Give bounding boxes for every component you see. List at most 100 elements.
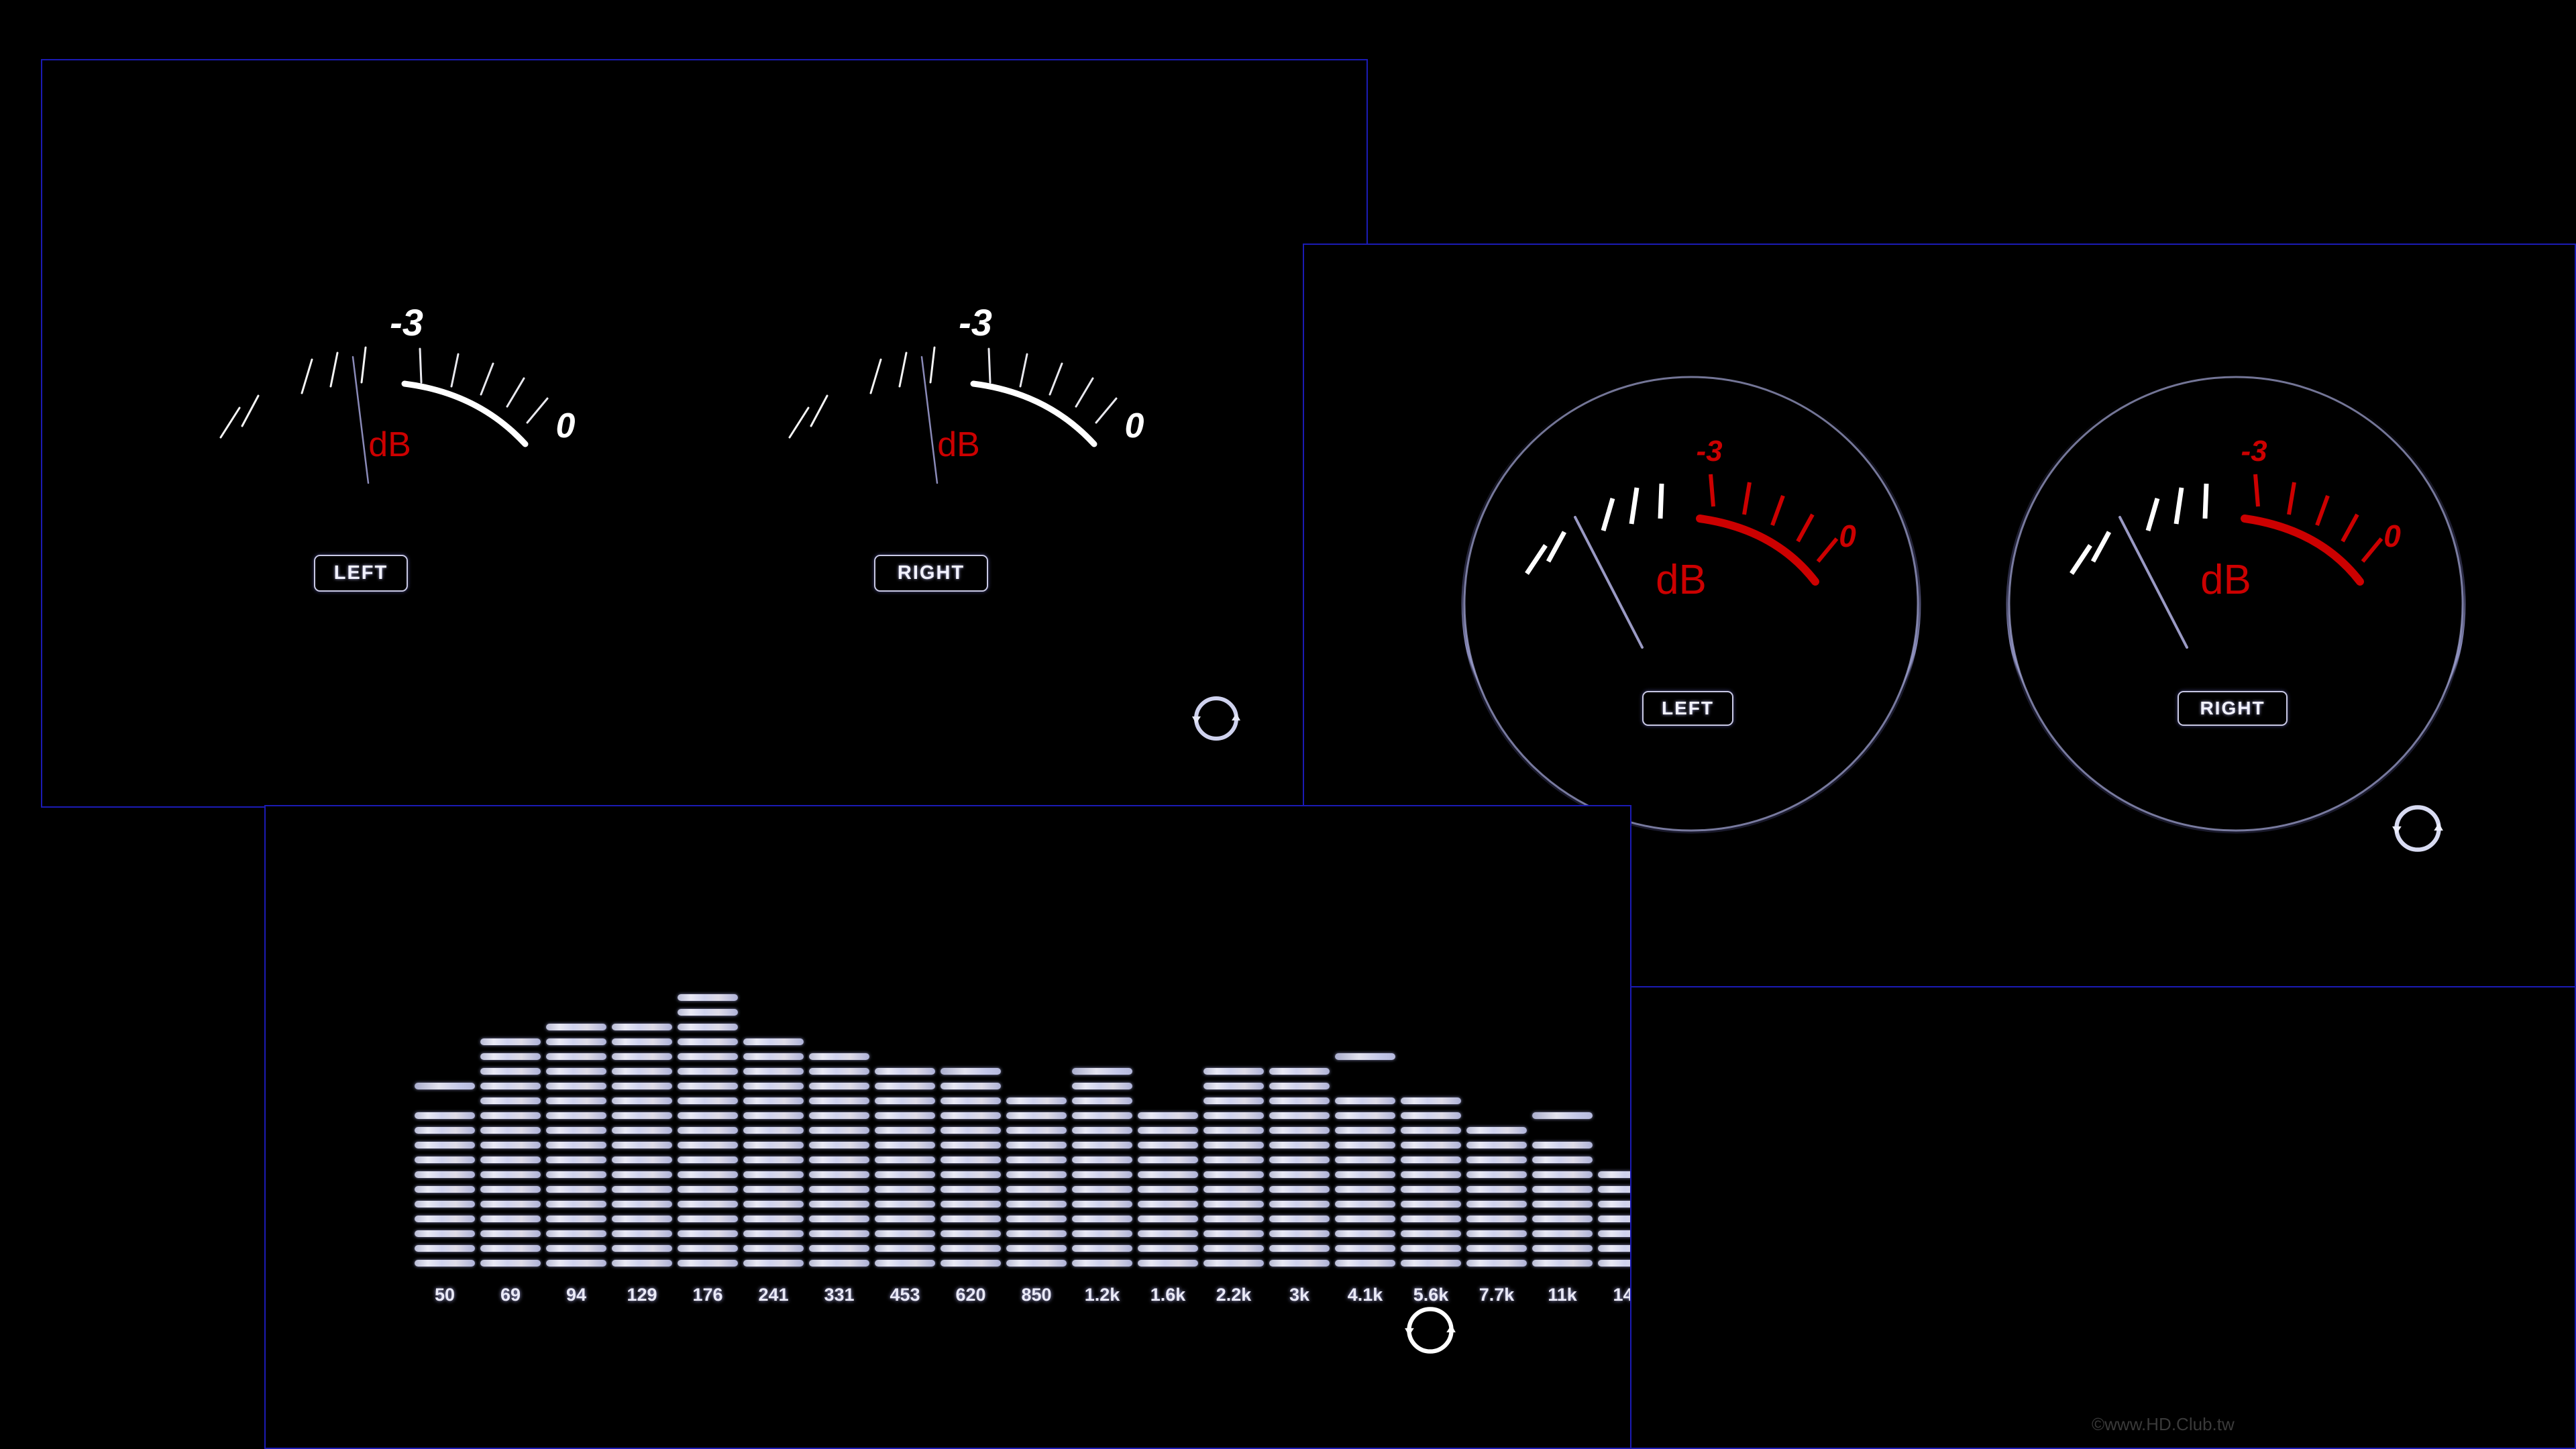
spectrum-frequency-label: 4.1k [1347,1285,1383,1305]
spectrum-frequency-label: 331 [824,1285,855,1305]
spectrum-frequency-label: 1.2k [1084,1285,1120,1305]
spectrum-segment-gap [1335,1068,1395,1075]
empty-window[interactable] [1630,986,2576,1449]
spectrum-segment [1072,1201,1132,1208]
spectrum-segment [612,1186,672,1193]
spectrum-segment [546,1230,606,1237]
spectrum-segment [480,1216,541,1222]
spectrum-segment [809,1171,869,1178]
spectrum-segment [480,1097,541,1104]
spectrum-segment [1401,1157,1461,1163]
spectrum-segment [1138,1245,1198,1252]
spectrum-segment [1335,1157,1395,1163]
spectrum-segment [612,1038,672,1045]
scale-label-zero: 0 [2383,519,2401,553]
spectrum-segment [480,1201,541,1208]
spectrum-segment [480,1112,541,1119]
channel-badge-right[interactable]: RIGHT [874,555,988,592]
spectrum-segment [1335,1260,1395,1267]
spectrum-segment [875,1068,935,1075]
spectrum-segment [1401,1260,1461,1267]
spectrum-column [1465,1127,1528,1275]
spectrum-segment [1006,1157,1067,1163]
empty-window-body [1631,987,2575,1448]
spectrum-segment [1269,1083,1330,1089]
spectrum-segment [480,1245,541,1252]
spectrum-segment [415,1171,475,1178]
spectrum-segment [678,1216,738,1222]
channel-badge-round-right[interactable]: RIGHT [2178,691,2288,726]
spectrum-body: 50 69 94 129 176 241 331 453 620 850 1.2k 1.6k 2.2k 3… [266,806,1724,1448]
spectrum-segment [415,1112,475,1119]
spectrum-segment [1335,1186,1395,1193]
spectrum-segment [1072,1216,1132,1222]
spectrum-segment [743,1157,804,1163]
spectrum-segment [480,1142,541,1148]
spectrum-segment [941,1230,1001,1237]
spectrum-column [1005,1097,1068,1275]
spectrum-segment [546,1127,606,1134]
spectrum-segment-gap [1335,1083,1395,1089]
spectrum-segment [1335,1216,1395,1222]
spectrum-segment [1072,1097,1132,1104]
spectrum-segment [678,1083,738,1089]
spectrum-segment-gap [1532,1127,1593,1134]
spectrum-segment [1203,1068,1264,1075]
spectrum-segment [941,1245,1001,1252]
spectrum-segment [678,1053,738,1060]
spectrum-segment [415,1142,475,1148]
spectrum-column [1399,1097,1462,1275]
spectrum-segment [743,1097,804,1104]
spectrum-segment [480,1186,541,1193]
spectrum-segment [678,994,738,1001]
spectrum-segment [1072,1245,1132,1252]
spectrum-segment [1138,1171,1198,1178]
spectrum-segment [546,1112,606,1119]
spectrum-segment [1006,1245,1067,1252]
scale-label-minus3: -3 [1696,435,1722,468]
channel-badge-left[interactable]: LEFT [314,555,408,592]
channel-badge-round-left[interactable]: LEFT [1642,691,1733,726]
spectrum-segment [546,1024,606,1030]
refresh-loop-icon[interactable] [1191,693,1242,744]
spectrum-segment [1466,1245,1527,1252]
vu-meter-flat-window[interactable]: -3 0 dB LEFT -3 0 dB RIGHT [41,59,1368,808]
spectrum-segment [809,1201,869,1208]
spectrum-segment [1138,1157,1198,1163]
spectrum-segment [809,1142,869,1148]
refresh-loop-icon[interactable] [2391,802,2445,855]
spectrum-segment [678,1038,738,1045]
scale-label-zero: 0 [1125,407,1144,445]
spectrum-segment [1401,1230,1461,1237]
spectrum-segment [1466,1171,1527,1178]
spectrum-segment [1269,1201,1330,1208]
spectrum-segment [1072,1157,1132,1163]
spectrum-segment [415,1157,475,1163]
spectrum-segment [1269,1127,1330,1134]
spectrum-segment [546,1186,606,1193]
spectrum-segment [1269,1171,1330,1178]
refresh-loop-icon-spectrum[interactable] [1403,1303,1457,1357]
spectrum-segment [1532,1230,1593,1237]
spectrum-frequency-label: 94 [566,1285,587,1305]
spectrum-segment [1203,1127,1264,1134]
spectrum-segment [1006,1260,1067,1267]
spectrum-segment [875,1097,935,1104]
spectrum-segment [1532,1142,1593,1148]
spectrum-window[interactable]: 50 69 94 129 176 241 331 453 620 850 1.2k 1.6k 2.2k 3… [264,805,1724,1449]
spectrum-segment [743,1038,804,1045]
vu-meter-round-right-dial: -3 0 dB [2006,374,2466,834]
spectrum-segment [941,1083,1001,1089]
spectrum-segment [1203,1157,1264,1163]
spectrum-segment [1203,1230,1264,1237]
spectrum-segment [875,1216,935,1222]
spectrum-segment [875,1112,935,1119]
spectrum-column [873,1068,936,1275]
spectrum-segment [1138,1260,1198,1267]
spectrum-segment [1466,1201,1527,1208]
spectrum-column [676,994,739,1275]
spectrum-segment [1203,1245,1264,1252]
spectrum-segment [415,1216,475,1222]
spectrum-segment [743,1083,804,1089]
spectrum-segment [1532,1171,1593,1178]
